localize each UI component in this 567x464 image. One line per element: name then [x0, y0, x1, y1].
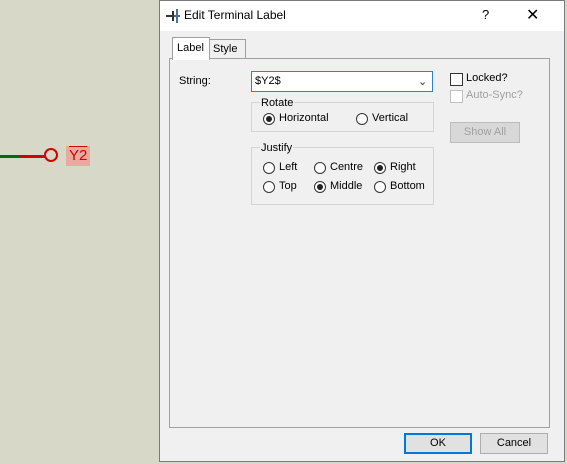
terminal-label[interactable]: Y2 [66, 146, 91, 166]
radio-label: Bottom [390, 180, 425, 192]
radio-label: Middle [330, 180, 363, 192]
ok-button[interactable]: OK [404, 433, 472, 454]
tab-style[interactable]: Style [208, 39, 246, 58]
radio-dot[interactable] [356, 113, 368, 125]
string-value: $Y2$ [255, 75, 281, 87]
tab-label[interactable]: Label [172, 37, 210, 60]
radio-label: Centre [330, 161, 364, 173]
locked-label: Locked? [466, 72, 508, 84]
justify-group: Justify Left Centre Right Top Middle Bot… [251, 142, 434, 205]
radio-dot[interactable] [314, 181, 326, 193]
autosync-label: Auto-Sync? [466, 89, 523, 101]
radio-label: Horizontal [279, 112, 329, 124]
wire-segment [0, 155, 20, 158]
string-label: String: [179, 75, 211, 87]
locked-checkbox-box[interactable] [450, 73, 463, 86]
rotate-group: Rotate Horizontal Vertical [251, 97, 434, 132]
rotate-group-title: Rotate [260, 97, 295, 109]
chevron-down-icon[interactable]: ⌄ [418, 75, 427, 88]
radio-dot[interactable] [374, 162, 386, 174]
close-button[interactable]: ✕ [526, 5, 539, 25]
edit-terminal-label-dialog: Edit Terminal Label ? ✕ Label Style Stri… [159, 0, 565, 462]
radio-label: Top [279, 180, 297, 192]
justify-group-title: Justify [260, 142, 294, 154]
radio-dot[interactable] [263, 113, 275, 125]
radio-dot[interactable] [263, 162, 275, 174]
help-button[interactable]: ? [482, 7, 489, 22]
cancel-button[interactable]: Cancel [480, 433, 548, 454]
string-combobox[interactable]: $Y2$ ⌄ [251, 71, 433, 92]
radio-dot[interactable] [374, 181, 386, 193]
radio-dot[interactable] [263, 181, 275, 193]
radio-label: Left [279, 161, 298, 173]
title-bar: Edit Terminal Label ? ✕ [160, 1, 564, 31]
radio-label: Right [390, 161, 416, 173]
radio-dot[interactable] [314, 162, 326, 174]
radio-label: Vertical [372, 112, 409, 124]
show-all-button[interactable]: Show All [450, 122, 520, 143]
terminal-app-icon [166, 9, 180, 23]
terminal-pin [20, 155, 46, 158]
terminal-circle-icon[interactable] [44, 148, 58, 162]
autosync-checkbox-box[interactable] [450, 90, 463, 103]
dialog-title: Edit Terminal Label [184, 8, 286, 22]
